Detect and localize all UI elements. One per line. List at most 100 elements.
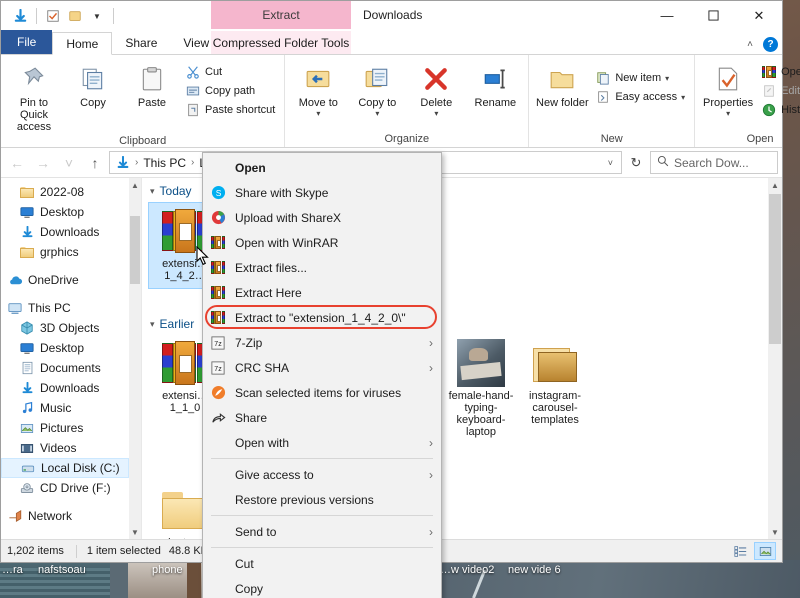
menu-item-open-with-winrar[interactable]: Open with WinRAR bbox=[203, 230, 441, 255]
list-item[interactable]: female-hand-typing-keyboard-laptop bbox=[444, 335, 518, 456]
copy-path-button[interactable]: Copy path bbox=[183, 82, 279, 100]
breadcrumb-item-this-pc[interactable]: This PC bbox=[139, 156, 190, 170]
delete-button[interactable]: Delete ▾ bbox=[408, 61, 464, 120]
new-folder-icon[interactable] bbox=[64, 5, 86, 27]
scrollbar-thumb[interactable] bbox=[769, 194, 781, 344]
scroll-down-arrow-icon[interactable]: ▼ bbox=[768, 525, 782, 539]
sidebar-item-desktop[interactable]: Desktop bbox=[1, 202, 129, 222]
item-count-label: 1,202 items bbox=[7, 545, 64, 557]
menu-item-extract-files[interactable]: Extract files... bbox=[203, 255, 441, 280]
large-icons-view-button[interactable] bbox=[754, 542, 776, 560]
sidebar-item-downloads[interactable]: Downloads bbox=[1, 222, 129, 242]
selection-label: 1 item selected bbox=[86, 545, 161, 557]
close-button[interactable]: ✕ bbox=[736, 1, 782, 30]
new-folder-button[interactable]: New folder bbox=[534, 61, 590, 111]
menu-item-share-with-skype[interactable]: S Share with Skype bbox=[203, 180, 441, 205]
breadcrumb-dropdown-button[interactable]: ˅ bbox=[602, 158, 619, 168]
rename-label: Rename bbox=[474, 97, 517, 109]
menu-item-7-zip[interactable]: 7z 7-Zip › bbox=[203, 330, 441, 355]
properties-button[interactable]: Properties ▾ bbox=[700, 61, 756, 120]
paste-button[interactable]: Paste bbox=[124, 61, 180, 111]
sidebar-item-downloads-pc[interactable]: Downloads bbox=[1, 378, 129, 398]
file-name: instagram-carousel-templates bbox=[529, 390, 581, 426]
menu-item-send-to[interactable]: Send to › bbox=[203, 519, 441, 544]
sidebar-item-pictures[interactable]: Pictures bbox=[1, 418, 129, 438]
menu-item-extract-here[interactable]: Extract Here bbox=[203, 280, 441, 305]
help-icon[interactable]: ? bbox=[763, 37, 778, 52]
sidebar-item-onedrive[interactable]: OneDrive bbox=[1, 270, 129, 290]
cloud-icon bbox=[7, 272, 23, 288]
menu-item-give-access-to[interactable]: Give access to › bbox=[203, 462, 441, 487]
sidebar-item-this-pc[interactable]: This PC bbox=[1, 298, 129, 318]
title-bar: ▼ Extract Downloads — ✕ bbox=[1, 1, 782, 31]
details-view-button[interactable] bbox=[729, 542, 751, 560]
scrollbar-thumb[interactable] bbox=[130, 216, 140, 284]
search-input[interactable]: Search Dow... bbox=[650, 151, 778, 174]
sidebar-item-videos[interactable]: Videos bbox=[1, 438, 129, 458]
sidebar-item-network[interactable]: Network bbox=[1, 506, 129, 526]
refresh-button[interactable]: ↻ bbox=[624, 151, 648, 174]
properties-icon[interactable] bbox=[42, 5, 64, 27]
forward-button[interactable]: → bbox=[31, 151, 55, 175]
up-button[interactable]: ↑ bbox=[83, 151, 107, 175]
rename-button[interactable]: Rename bbox=[467, 61, 523, 111]
collapse-ribbon-button[interactable]: ˄ bbox=[747, 39, 753, 50]
menu-separator bbox=[211, 458, 433, 459]
menu-item-scan-for-viruses[interactable]: Scan selected items for viruses bbox=[203, 380, 441, 405]
music-icon bbox=[19, 400, 35, 416]
content-scrollbar[interactable]: ▲ ▼ bbox=[768, 178, 782, 539]
menu-item-upload-with-sharex[interactable]: Upload with ShareX bbox=[203, 205, 441, 230]
maximize-button[interactable] bbox=[690, 1, 736, 30]
scroll-up-arrow-icon[interactable]: ▲ bbox=[129, 178, 141, 192]
background-label: nafstsoau bbox=[38, 564, 86, 576]
menu-item-share[interactable]: Share bbox=[203, 405, 441, 430]
paste-shortcut-button[interactable]: Paste shortcut bbox=[183, 101, 279, 119]
sidebar-item-documents[interactable]: Documents bbox=[1, 358, 129, 378]
sidebar-item-3d-objects[interactable]: 3D Objects bbox=[1, 318, 129, 338]
easy-access-button[interactable]: Easy access ▾ bbox=[593, 88, 689, 106]
tab-home[interactable]: Home bbox=[52, 32, 113, 55]
new-item-icon bbox=[595, 70, 611, 86]
navigation-scrollbar[interactable]: ▲ ▼ bbox=[129, 178, 141, 539]
sidebar-item-grphics[interactable]: grphics bbox=[1, 242, 129, 262]
delete-label: Delete bbox=[420, 97, 453, 109]
back-button[interactable]: ← bbox=[5, 151, 29, 175]
chevron-down-icon[interactable]: ▾ bbox=[150, 319, 155, 330]
menu-item-restore-previous-versions[interactable]: Restore previous versions bbox=[203, 487, 441, 512]
tab-share[interactable]: Share bbox=[112, 31, 170, 54]
list-item[interactable]: instagram-carousel-templates bbox=[518, 335, 592, 456]
new-item-button[interactable]: New item ▾ bbox=[593, 69, 689, 87]
menu-item-crc-sha[interactable]: 7z CRC SHA › bbox=[203, 355, 441, 380]
tab-file[interactable]: File bbox=[1, 30, 53, 54]
menu-item-copy[interactable]: Copy bbox=[203, 576, 441, 598]
sidebar-item-2022-08[interactable]: 2022-08 bbox=[1, 182, 129, 202]
downloads-icon[interactable] bbox=[9, 5, 31, 27]
scroll-up-arrow-icon[interactable]: ▲ bbox=[768, 178, 782, 192]
menu-item-open[interactable]: Open bbox=[203, 155, 441, 180]
pin-to-quick-access-button[interactable]: Pin to Quick access bbox=[6, 61, 62, 135]
contextual-tab-extract[interactable]: Extract bbox=[211, 1, 351, 29]
sidebar-item-cd-drive-f[interactable]: CD Drive (F:) bbox=[1, 478, 129, 498]
history-button[interactable]: History bbox=[759, 101, 800, 119]
recent-locations-button[interactable]: ˅ bbox=[57, 151, 81, 175]
move-to-button[interactable]: Move to ▾ bbox=[290, 61, 346, 120]
minimize-button[interactable]: — bbox=[644, 1, 690, 30]
context-menu[interactable]: Open S Share with Skype Upload with Shar… bbox=[202, 152, 442, 598]
chevron-down-icon[interactable]: ▾ bbox=[150, 186, 155, 197]
scroll-down-arrow-icon[interactable]: ▼ bbox=[129, 525, 141, 539]
sidebar-item-label: 2022-08 bbox=[40, 185, 85, 199]
navigation-list: 2022-08 Desktop Downloads grphics OneDri… bbox=[1, 178, 129, 539]
cut-button[interactable]: Cut bbox=[183, 63, 279, 81]
menu-item-open-with[interactable]: Open with › bbox=[203, 430, 441, 455]
submenu-arrow-icon: › bbox=[429, 360, 433, 375]
copy-to-button[interactable]: Copy to ▾ bbox=[349, 61, 405, 120]
menu-item-cut[interactable]: Cut bbox=[203, 551, 441, 576]
sidebar-item-local-disk-c[interactable]: Local Disk (C:) bbox=[1, 458, 129, 478]
menu-item-extract-to-folder[interactable]: Extract to "extension_1_4_2_0\" bbox=[203, 305, 441, 330]
copy-button[interactable]: Copy bbox=[65, 61, 121, 111]
chevron-down-icon: ▾ bbox=[434, 109, 439, 118]
sidebar-item-music[interactable]: Music bbox=[1, 398, 129, 418]
customize-qat-icon[interactable]: ▼ bbox=[86, 5, 108, 27]
open-button[interactable]: Open ▾ bbox=[759, 63, 800, 81]
sidebar-item-desktop-pc[interactable]: Desktop bbox=[1, 338, 129, 358]
